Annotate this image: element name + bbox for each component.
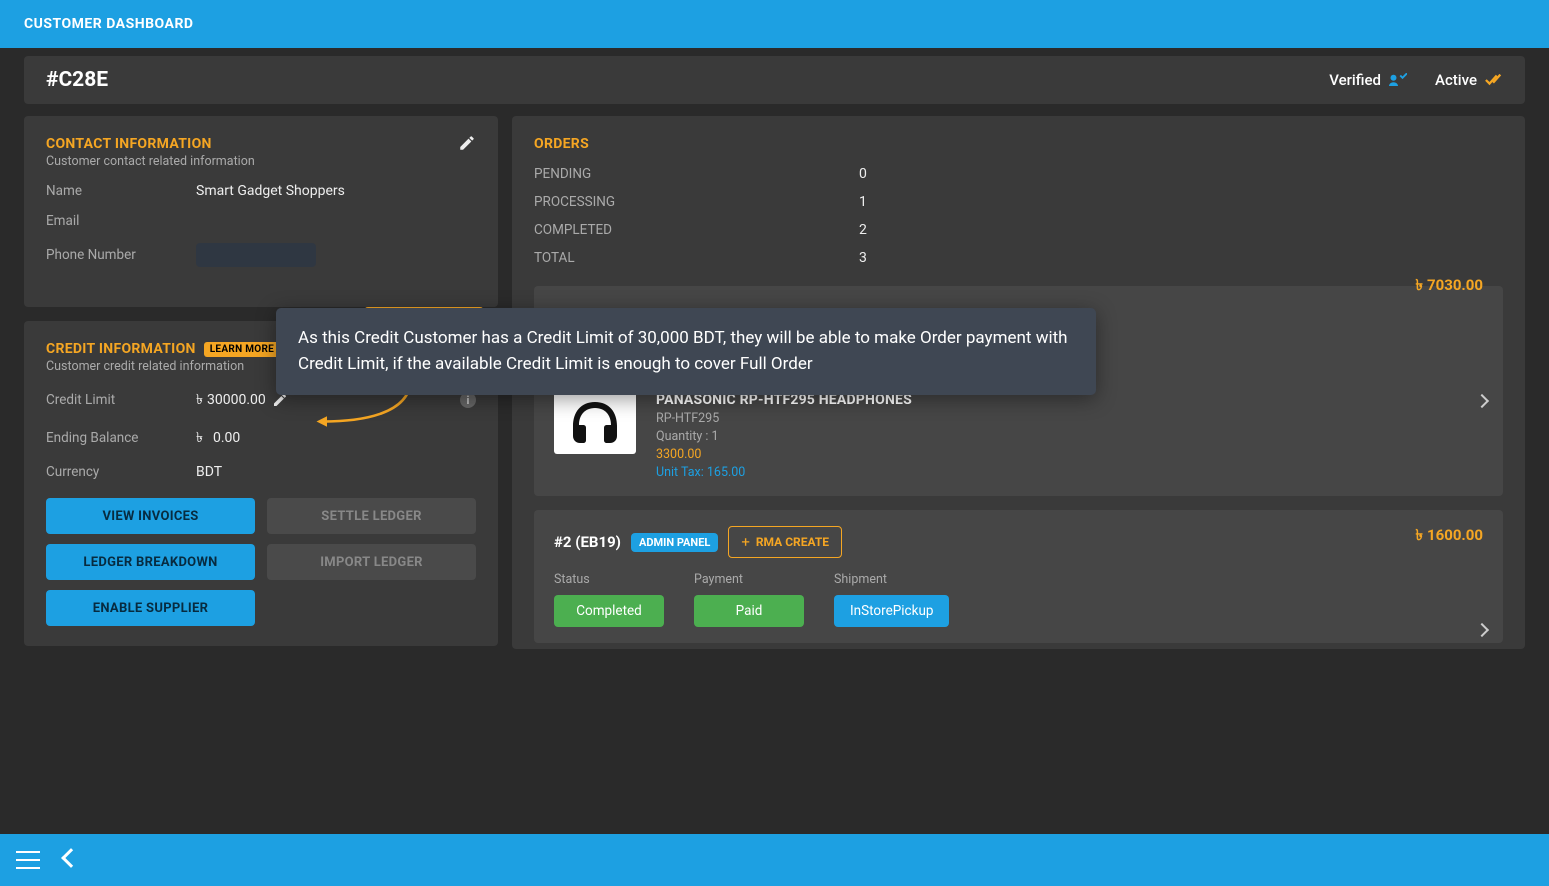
contact-title: CONTACT INFORMATION xyxy=(46,136,476,152)
currency-value: BDT xyxy=(196,464,222,480)
enable-supplier-button[interactable]: ENABLE SUPPLIER xyxy=(46,590,255,626)
order2-shipment-pill: InStorePickup xyxy=(834,595,949,627)
product-image xyxy=(554,392,636,454)
verified-status: Verified xyxy=(1329,71,1407,89)
order1-total: 7030.00 xyxy=(1416,274,1483,299)
order2-payment-label: Payment xyxy=(694,572,834,587)
back-button[interactable] xyxy=(64,851,78,869)
dashboard-title: CUSTOMER DASHBOARD xyxy=(24,16,194,32)
order2-shipment-label: Shipment xyxy=(834,572,974,587)
ending-balance-value: 0.00 xyxy=(196,426,240,450)
bottom-bar xyxy=(0,834,1549,886)
active-check-icon xyxy=(1485,74,1503,86)
product-tax: Unit Tax: 165.00 xyxy=(656,465,912,480)
customer-header: #C28E Verified Active xyxy=(24,56,1525,104)
order1-product: PANASONIC RP-HTF295 HEADPHONES RP-HTF295… xyxy=(554,392,1483,480)
rma-create-button[interactable]: RMA CREATE xyxy=(728,526,842,558)
product-price: 3300.00 xyxy=(656,447,912,462)
product-info: PANASONIC RP-HTF295 HEADPHONES RP-HTF295… xyxy=(656,392,912,480)
edit-contact-button[interactable] xyxy=(458,134,478,154)
credit-limit-value: 30000.00 xyxy=(196,388,288,412)
ledger-breakdown-button[interactable]: LEDGER BREAKDOWN xyxy=(46,544,255,580)
email-label: Email xyxy=(46,213,196,229)
total-label: TOTAL xyxy=(534,250,859,266)
credit-limit-label: Credit Limit xyxy=(46,392,196,408)
currency-label: Currency xyxy=(46,464,196,480)
verified-icon xyxy=(1389,73,1407,87)
order2-payment-pill: Paid xyxy=(694,595,804,627)
processing-label: PROCESSING xyxy=(534,194,859,210)
ending-balance-label: Ending Balance xyxy=(46,430,196,446)
completed-value: 2 xyxy=(859,222,867,238)
product-quantity: Quantity : 1 xyxy=(656,429,912,444)
pencil-icon xyxy=(458,134,476,152)
header-status-group: Verified Active xyxy=(1329,71,1503,89)
contact-subtitle: Customer contact related information xyxy=(46,154,476,169)
pending-label: PENDING xyxy=(534,166,859,182)
top-bar: CUSTOMER DASHBOARD xyxy=(0,0,1549,48)
order2-total: 1600.00 xyxy=(1416,524,1483,549)
order2-status-label: Status xyxy=(554,572,694,587)
headphones-icon xyxy=(565,398,625,448)
order2-header: #2 (EB19) ADMIN PANEL RMA CREATE xyxy=(554,526,1483,558)
orders-title: ORDERS xyxy=(534,136,1503,152)
credit-buttons: VIEW INVOICES SETTLE LEDGER LEDGER BREAK… xyxy=(46,498,476,626)
customer-id: #C28E xyxy=(46,68,108,92)
phone-value xyxy=(196,243,316,267)
order2-status-pill: Completed xyxy=(554,595,664,627)
contact-panel: CONTACT INFORMATION Customer contact rel… xyxy=(24,116,498,307)
import-ledger-button: IMPORT LEDGER xyxy=(267,544,476,580)
order2-admin-chip: ADMIN PANEL xyxy=(631,533,718,552)
phone-label: Phone Number xyxy=(46,247,196,263)
view-invoices-button[interactable]: VIEW INVOICES xyxy=(46,498,255,534)
product-sku: RP-HTF295 xyxy=(656,411,912,426)
settle-ledger-button: SETTLE LEDGER xyxy=(267,498,476,534)
pending-value: 0 xyxy=(859,166,867,182)
total-value: 3 xyxy=(859,250,867,266)
order-card-2: #2 (EB19) ADMIN PANEL RMA CREATE 1600.00… xyxy=(534,510,1503,643)
order2-number: #2 (EB19) xyxy=(554,533,621,551)
active-status: Active xyxy=(1435,71,1503,89)
name-value: Smart Gadget Shoppers xyxy=(196,183,345,199)
completed-label: COMPLETED xyxy=(534,222,859,238)
credit-limit-tooltip: As this Credit Customer has a Credit Lim… xyxy=(276,308,1096,395)
processing-value: 1 xyxy=(859,194,867,210)
name-label: Name xyxy=(46,183,196,199)
menu-button[interactable] xyxy=(16,851,40,869)
